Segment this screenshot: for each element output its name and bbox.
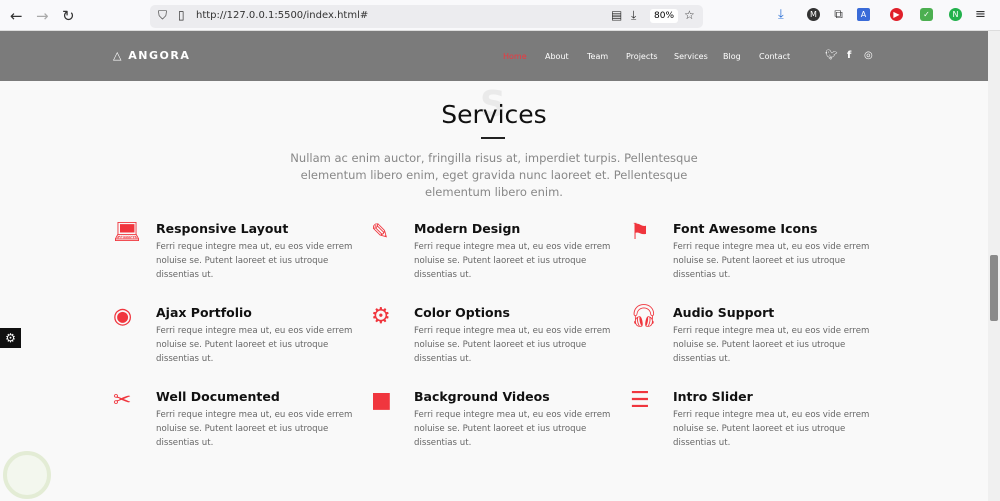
browser-toolbar: ← → ↻ ⛉ ▯ http://127.0.0.1:5500/index.ht… xyxy=(0,0,1000,31)
watermark-badge-logo xyxy=(3,451,51,499)
save-icon[interactable]: ⤓ xyxy=(631,8,636,23)
forward-icon[interactable]: → xyxy=(36,7,49,25)
service-text: Ferri reque integre mea ut, eu eos vide … xyxy=(673,410,870,448)
zoom-level[interactable]: 80% xyxy=(650,9,679,23)
service-text: Ferri reque integre mea ut, eu eos vide … xyxy=(414,326,611,364)
service-title: Audio Support xyxy=(673,305,775,320)
service-title: Ajax Portfolio xyxy=(156,305,252,320)
service-title: Intro Slider xyxy=(673,389,753,404)
tools-icon: ✂ xyxy=(113,388,132,413)
scrollbar-thumb[interactable] xyxy=(990,255,998,321)
reload-icon[interactable]: ↻ xyxy=(62,7,75,25)
logo[interactable]: △ ANGORA xyxy=(113,49,190,62)
service-text: Ferri reque integre mea ut, eu eos vide … xyxy=(414,242,611,280)
laptop-icon: 💻︎ xyxy=(113,220,141,245)
reader-icon[interactable]: ▤ xyxy=(611,8,622,22)
instagram-icon[interactable]: ◎ xyxy=(864,50,873,61)
service-title: Font Awesome Icons xyxy=(673,221,818,236)
n-extension-icon[interactable]: N xyxy=(949,8,962,21)
nav-team[interactable]: Team xyxy=(587,52,608,61)
headphones-icon: 🎧︎ xyxy=(630,304,658,329)
logo-text: ANGORA xyxy=(128,49,191,62)
address-bar[interactable]: ⛉ ▯ http://127.0.0.1:5500/index.html# ▤ … xyxy=(150,5,703,28)
extension-m-icon[interactable]: M xyxy=(807,8,820,21)
downloads-icon[interactable]: ⤓ xyxy=(778,7,784,22)
nav-home[interactable]: Home xyxy=(503,52,527,61)
service-title: Responsive Layout xyxy=(156,221,289,236)
section-title: Services xyxy=(441,100,547,129)
nav-blog[interactable]: Blog xyxy=(723,52,741,61)
service-title: Modern Design xyxy=(414,221,521,236)
cog-icon: ⚙ xyxy=(371,304,391,329)
service-title: Color Options xyxy=(414,305,510,320)
scrollbar[interactable] xyxy=(988,31,1000,501)
nav-contact[interactable]: Contact xyxy=(759,52,790,61)
flag-icon: ⚑ xyxy=(630,220,650,245)
play-extension-icon[interactable]: ▶ xyxy=(890,8,903,21)
shield-extension-icon[interactable]: ✓ xyxy=(920,8,933,21)
service-text: Ferri reque integre mea ut, eu eos vide … xyxy=(673,326,870,364)
service-text: Ferri reque integre mea ut, eu eos vide … xyxy=(156,326,353,364)
service-text: Ferri reque integre mea ut, eu eos vide … xyxy=(156,242,353,280)
nav-about[interactable]: About xyxy=(545,52,569,61)
menu-icon[interactable]: ≡ xyxy=(975,7,986,22)
pencil-ruler-icon: ✎ xyxy=(371,220,390,245)
page-icon: ▯ xyxy=(178,8,185,22)
shield-icon: ⛉ xyxy=(158,8,168,22)
service-text: Ferri reque integre mea ut, eu eos vide … xyxy=(156,410,353,448)
service-title: Well Documented xyxy=(156,389,280,404)
url-text: http://127.0.0.1:5500/index.html# xyxy=(196,10,369,21)
facebook-icon[interactable]: f xyxy=(847,50,851,61)
bookmark-star-icon[interactable]: ☆ xyxy=(684,8,695,22)
twitter-icon[interactable]: 🐦︎ xyxy=(825,50,838,61)
service-text: Ferri reque integre mea ut, eu eos vide … xyxy=(673,242,870,280)
section-lead: Nullam ac enim auctor, fringilla risus a… xyxy=(290,151,698,199)
title-divider xyxy=(481,137,505,139)
nav-services[interactable]: Services xyxy=(674,52,708,61)
service-text: Ferri reque integre mea ut, eu eos vide … xyxy=(414,410,611,448)
sliders-icon: ☰ xyxy=(630,388,650,413)
service-title: Background Videos xyxy=(414,389,550,404)
extensions-icon[interactable]: ⧉ xyxy=(832,8,845,21)
video-icon: ■ xyxy=(371,388,392,413)
site-navbar: △ ANGORA Home About Team Projects Servic… xyxy=(0,31,988,81)
settings-gear-button[interactable]: ⚙ xyxy=(0,328,21,348)
translate-icon[interactable]: A xyxy=(857,8,870,21)
back-icon[interactable]: ← xyxy=(10,7,23,25)
nav-projects[interactable]: Projects xyxy=(626,52,658,61)
podcast-icon: ◉ xyxy=(113,304,133,329)
